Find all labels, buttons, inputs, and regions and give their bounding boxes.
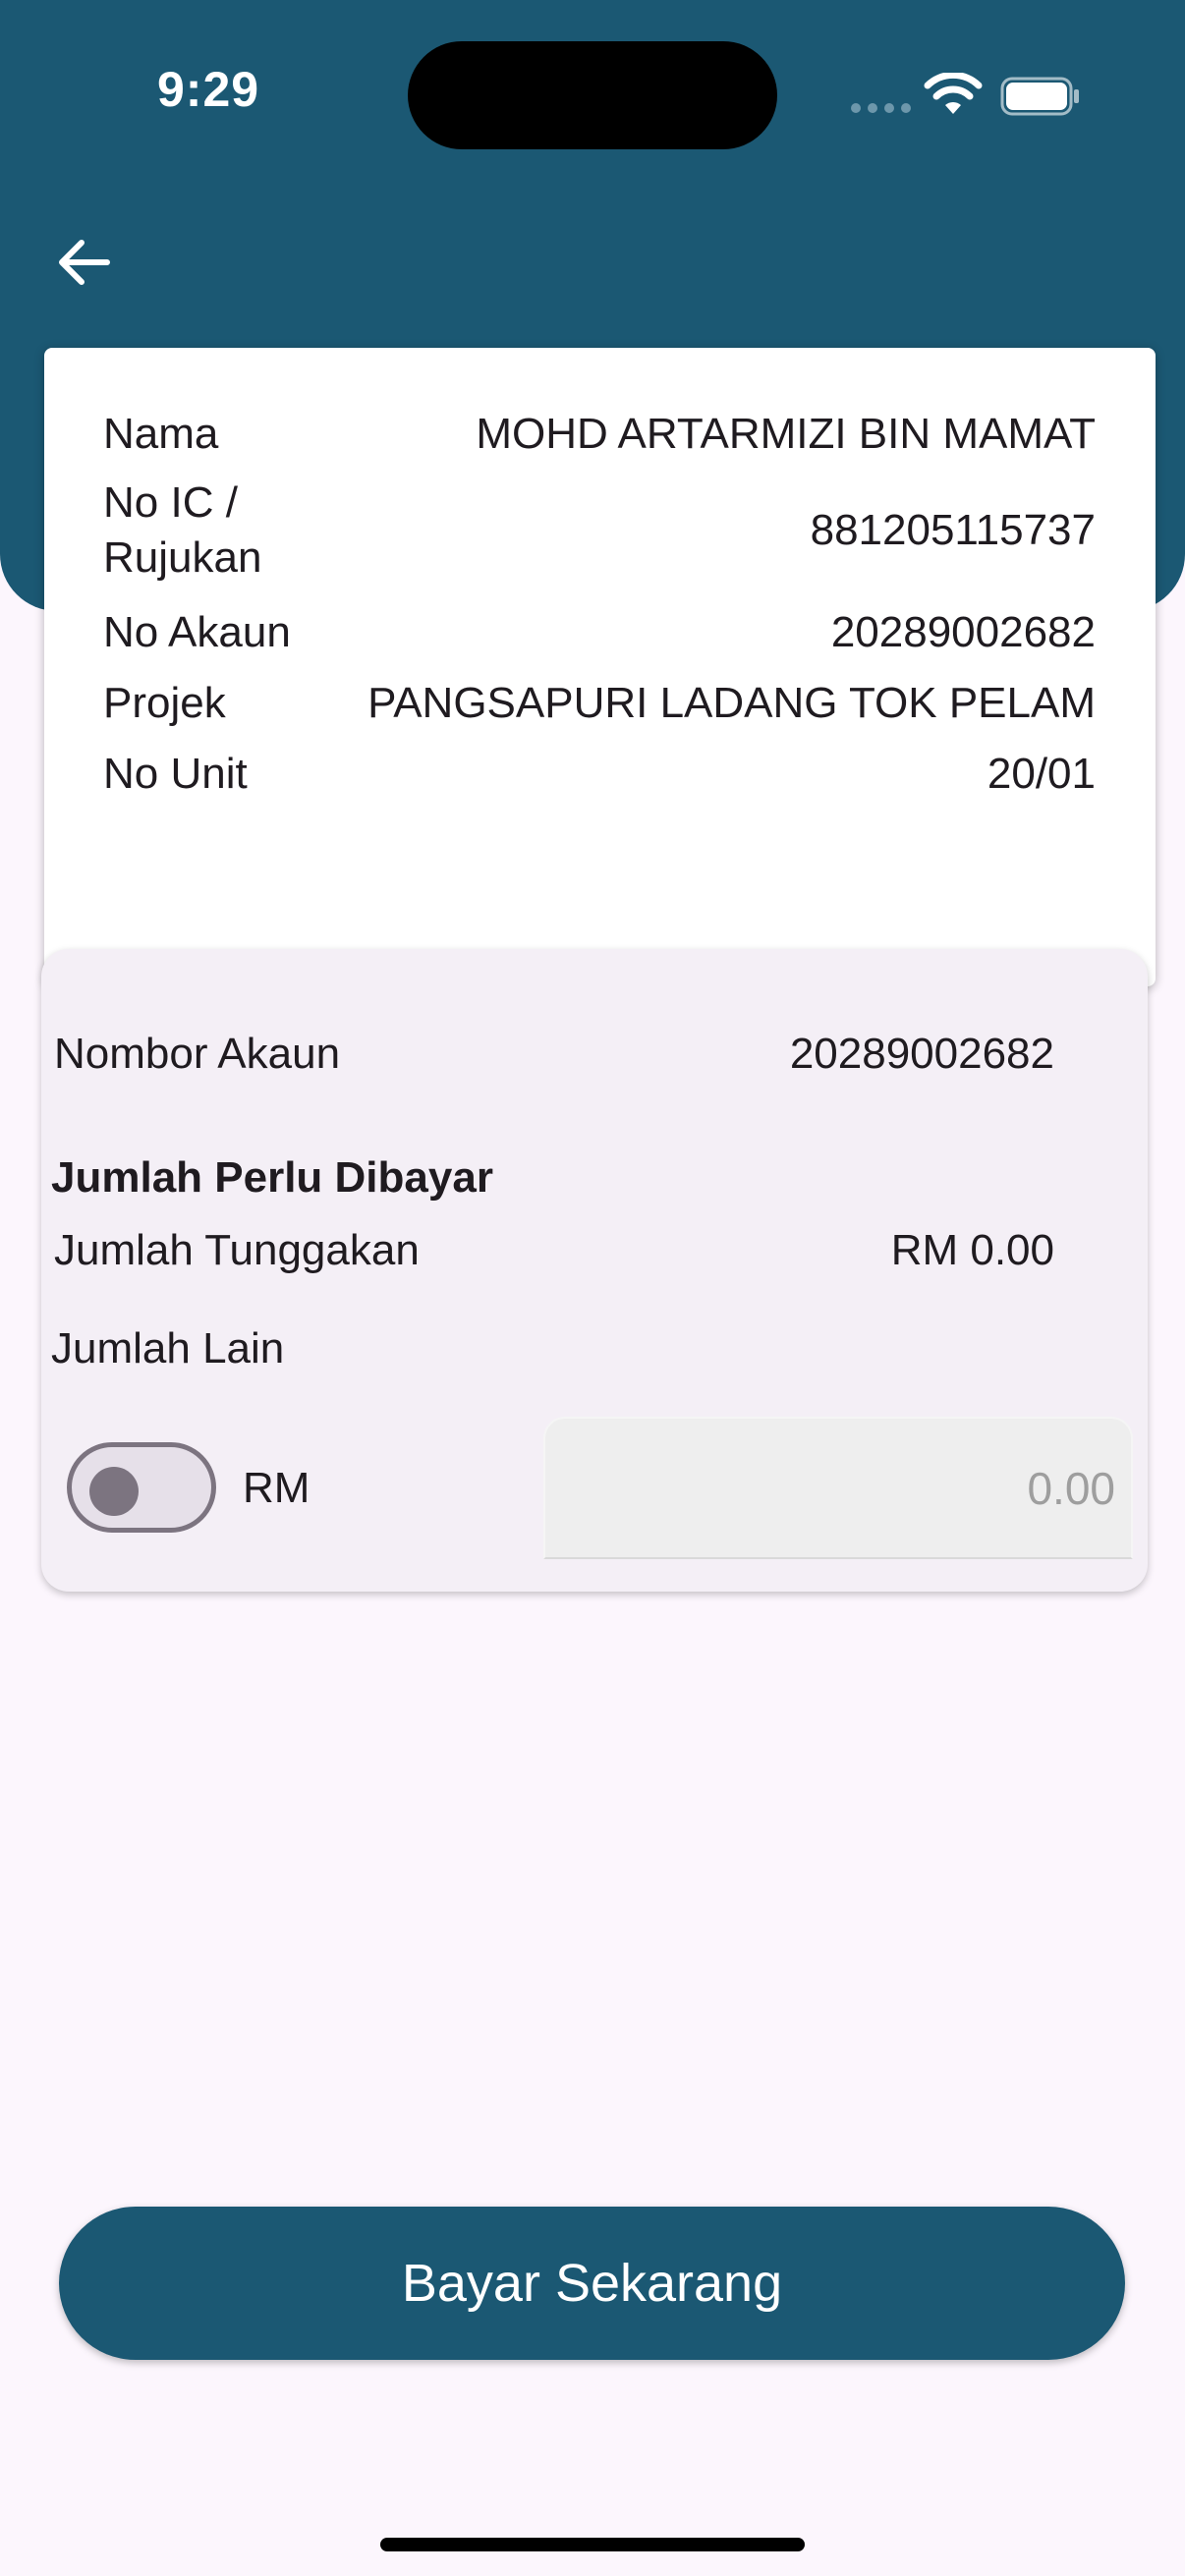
account-number-value: 20289002682 (789, 1030, 1054, 1078)
info-label: No Unit (103, 750, 248, 798)
pay-now-button[interactable]: Bayar Sekarang (59, 2207, 1125, 2360)
back-button[interactable] (49, 228, 118, 297)
battery-icon (1000, 77, 1079, 116)
info-row-project: Projek PANGSAPURI LADANG TOK PELAM (103, 676, 1096, 731)
info-value: 20289002682 (830, 608, 1096, 656)
info-row-unit: No Unit 20/01 (103, 747, 1096, 802)
currency-label: RM (243, 1464, 310, 1512)
account-number-label: Nombor Akaun (54, 1030, 341, 1078)
status-time: 9:29 (157, 62, 260, 117)
info-label: No IC / Rujukan (103, 478, 262, 582)
other-amount-row: Jumlah Lain (51, 1324, 1051, 1373)
wifi-icon (924, 73, 983, 114)
cellular-signal-icon (851, 103, 911, 113)
arrears-label: Jumlah Tunggakan (54, 1226, 420, 1274)
arrears-row: Jumlah Tunggakan RM 0.00 (54, 1226, 1054, 1275)
info-value: MOHD ARTARMIZI BIN MAMAT (476, 410, 1096, 458)
dynamic-island (408, 41, 777, 149)
info-row-name: Nama MOHD ARTARMIZI BIN MAMAT (103, 407, 1096, 462)
info-label: No Akaun (103, 608, 291, 656)
info-row-account: No Akaun 20289002682 (103, 605, 1096, 660)
info-row-ic: No IC / Rujukan 881205115737 (103, 476, 1096, 586)
info-label: Nama (103, 410, 219, 458)
other-amount-label: Jumlah Lain (51, 1324, 285, 1372)
info-value: 881205115737 (810, 506, 1096, 554)
amount-due-heading: Jumlah Perlu Dibayar (51, 1153, 493, 1202)
account-info-card: Nama MOHD ARTARMIZI BIN MAMAT No IC / Ru… (44, 348, 1156, 986)
info-label: Projek (103, 679, 226, 727)
info-value: PANGSAPURI LADANG TOK PELAM (367, 679, 1096, 727)
other-amount-input[interactable] (543, 1417, 1133, 1559)
arrears-value: RM 0.00 (890, 1226, 1054, 1274)
home-indicator[interactable] (380, 2538, 805, 2551)
other-amount-toggle[interactable] (67, 1442, 216, 1533)
info-value: 20/01 (987, 750, 1096, 798)
account-number-row: Nombor Akaun 20289002682 (54, 1030, 1054, 1079)
arrow-left-icon (59, 240, 110, 285)
toggle-knob (89, 1467, 139, 1516)
